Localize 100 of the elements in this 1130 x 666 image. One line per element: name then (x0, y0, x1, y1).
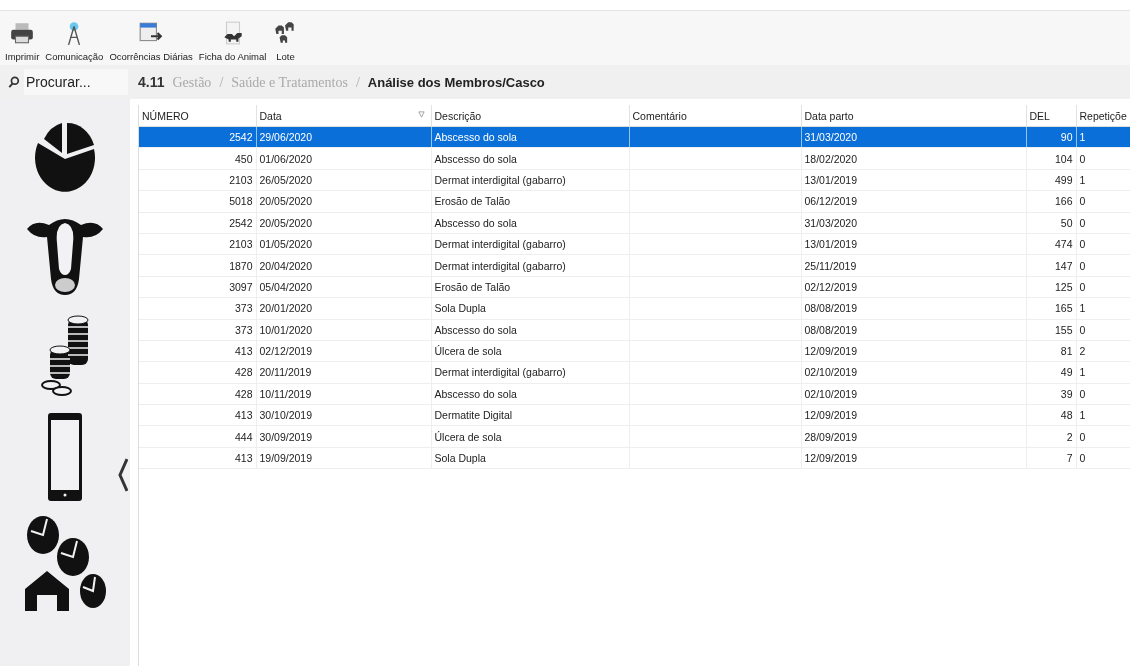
column-header[interactable]: DEL (1026, 105, 1076, 127)
toolbar-button[interactable]: Ocorrências Diárias (108, 19, 194, 65)
table-cell: 30/09/2019 (259, 430, 313, 443)
table-row[interactable]: 373 10/01/2020 Abscesso do sola 08/08/2019 155 0 (139, 319, 1130, 341)
table-cell: 06/12/2019 (804, 195, 858, 208)
table-cell: 01/05/2020 (259, 238, 313, 251)
table-row[interactable]: 428 20/11/2019 Dermat interdigital (gabarro) 02/10/2019 49 1 (139, 361, 1130, 384)
table-cell: 81 (1060, 345, 1073, 358)
table-cell: Abscesso do sola (434, 387, 517, 400)
table-cell: Abscesso do sola (434, 323, 517, 336)
table-cell: 3097 (229, 280, 253, 293)
table-row[interactable]: 3097 05/04/2020 Erosão de Talão 02/12/2019 125 0 (139, 276, 1130, 298)
column-header[interactable]: Descrição (431, 105, 629, 127)
sort-icon (417, 111, 425, 118)
column-header[interactable]: Data parto (801, 105, 1026, 127)
table-cell: Sola Dupla (434, 452, 486, 465)
table-cell: 08/08/2019 (804, 302, 858, 315)
table-row[interactable]: 1870 20/04/2020 Dermat interdigital (gabarro) 25/11/2019 147 0 (139, 254, 1130, 277)
column-header[interactable]: NÚMERO (139, 105, 256, 127)
section-number: 4.11 (138, 73, 165, 90)
table-cell: 20/11/2019 (259, 366, 312, 379)
toolbar-button[interactable]: Imprimir (4, 19, 41, 65)
table-cell: 155 (1054, 323, 1073, 336)
table-cell: 20/04/2020 (259, 259, 313, 272)
table-row[interactable]: 428 10/11/2019 Abscesso do sola 02/10/2019 39 0 (139, 383, 1130, 405)
table-cell: Dermat interdigital (gabarro) (434, 173, 566, 186)
table-row[interactable]: 413 30/10/2019 Dermatite Digital 12/09/2019 48 1 (139, 404, 1130, 426)
table-cell: 31/03/2020 (804, 216, 858, 229)
table-cell: 1 (1079, 409, 1086, 422)
table-cell: 10/01/2020 (259, 323, 313, 336)
table-cell: 2542 (229, 131, 253, 144)
table-cell: 0 (1079, 195, 1086, 208)
table-cell: Úlcera de sola (434, 430, 502, 443)
table-cell: 13/01/2019 (804, 173, 858, 186)
table-cell: 0 (1079, 430, 1086, 443)
table-row[interactable]: 373 20/01/2020 Sola Dupla 08/08/2019 165 1 (139, 297, 1130, 319)
table-cell: 5018 (229, 195, 253, 208)
table-cell: 0 (1079, 238, 1086, 251)
table-cell: 373 (234, 302, 253, 315)
table-cell: 30/10/2019 (259, 409, 313, 422)
phone-icon[interactable] (48, 413, 82, 501)
table-cell: Abscesso do sola (434, 216, 517, 229)
table-cell: Dermat interdigital (gabarro) (434, 259, 566, 272)
table-row[interactable]: 2103 01/05/2020 Dermat interdigital (gabarro) 13/01/2019 474 0 (139, 233, 1130, 255)
table-cell: 20/01/2020 (259, 302, 313, 315)
table-cell: 50 (1060, 216, 1073, 229)
table-cell: 1 (1079, 366, 1086, 379)
table-row[interactable]: 2103 26/05/2020 Dermat interdigital (gabarro) 13/01/2019 499 1 (139, 169, 1130, 191)
column-header[interactable]: Data (256, 105, 431, 127)
search-field[interactable]: Procurar... (24, 69, 128, 95)
column-header[interactable]: Repetiçõe (1076, 105, 1130, 127)
table-cell: Dermat interdigital (gabarro) (434, 238, 566, 251)
table-cell: 373 (234, 323, 253, 336)
table-cell: 0 (1079, 280, 1086, 293)
table-cell: 0 (1079, 259, 1086, 272)
table-cell: 1870 (229, 259, 253, 272)
table-cell: 2 (1079, 345, 1086, 358)
toolbar-button[interactable]: Ficha do Animal (197, 19, 268, 65)
table-row[interactable]: 2542 29/06/2020 Abscesso do sola 31/03/2020 90 1 (139, 126, 1130, 148)
table-cell: Dermatite Digital (434, 409, 513, 422)
table-cell: 28/09/2019 (804, 430, 858, 443)
table-cell: 01/06/2020 (259, 152, 313, 165)
table-cell: 02/12/2019 (259, 345, 313, 358)
table-cell: Abscesso do sola (434, 152, 517, 165)
table-cell: 12/09/2019 (804, 409, 858, 422)
table-cell: 166 (1054, 195, 1073, 208)
toolbar-button[interactable]: Lote (271, 19, 300, 65)
breadcrumb-separator: / (355, 74, 360, 91)
table-cell: 2 (1066, 430, 1073, 443)
table-row[interactable]: 5018 20/05/2020 Erosão de Talão 06/12/2019 166 0 (139, 190, 1130, 213)
table-cell: 19/09/2019 (259, 452, 313, 465)
table-cell: 0 (1079, 323, 1086, 336)
search-icon (8, 75, 20, 89)
table-row[interactable]: 444 30/09/2019 Úlcera de sola 28/09/2019 2 0 (139, 425, 1130, 448)
table-cell: 147 (1054, 259, 1073, 272)
table-cell: 428 (234, 387, 253, 400)
table-cell: 104 (1054, 152, 1073, 165)
table-row[interactable]: 2542 20/05/2020 Abscesso do sola 31/03/2020 50 0 (139, 212, 1130, 234)
table-cell: 499 (1054, 173, 1073, 186)
table-cell: 2103 (229, 238, 253, 251)
table-cell: 26/05/2020 (259, 173, 313, 186)
table-row[interactable]: 413 02/12/2019 Úlcera de sola 12/09/2019 81 2 (139, 340, 1130, 362)
table-cell: 18/02/2020 (804, 152, 858, 165)
table-cell: 2103 (229, 173, 253, 186)
table-row[interactable]: 450 01/06/2020 Abscesso do sola 18/02/2020 104 0 (139, 147, 1130, 170)
table-cell: 428 (234, 366, 253, 379)
breadcrumb-separator: / (219, 74, 224, 91)
table-cell: 0 (1079, 152, 1086, 165)
table-cell: 02/10/2019 (804, 387, 858, 400)
table-cell: 02/10/2019 (804, 366, 858, 379)
table-cell: 1 (1079, 302, 1086, 315)
table-row[interactable]: 413 19/09/2019 Sola Dupla 12/09/2019 7 0 (139, 447, 1130, 469)
coins-icon[interactable] (40, 313, 90, 399)
table-cell: 12/09/2019 (804, 452, 858, 465)
table-cell: 12/09/2019 (804, 345, 858, 358)
collapse-icon[interactable] (118, 457, 128, 493)
table-cell: 90 (1060, 131, 1073, 144)
table-cell: 413 (234, 345, 253, 358)
column-header[interactable]: Comentário (629, 105, 801, 127)
toolbar-button[interactable]: Comunicação (44, 19, 105, 65)
